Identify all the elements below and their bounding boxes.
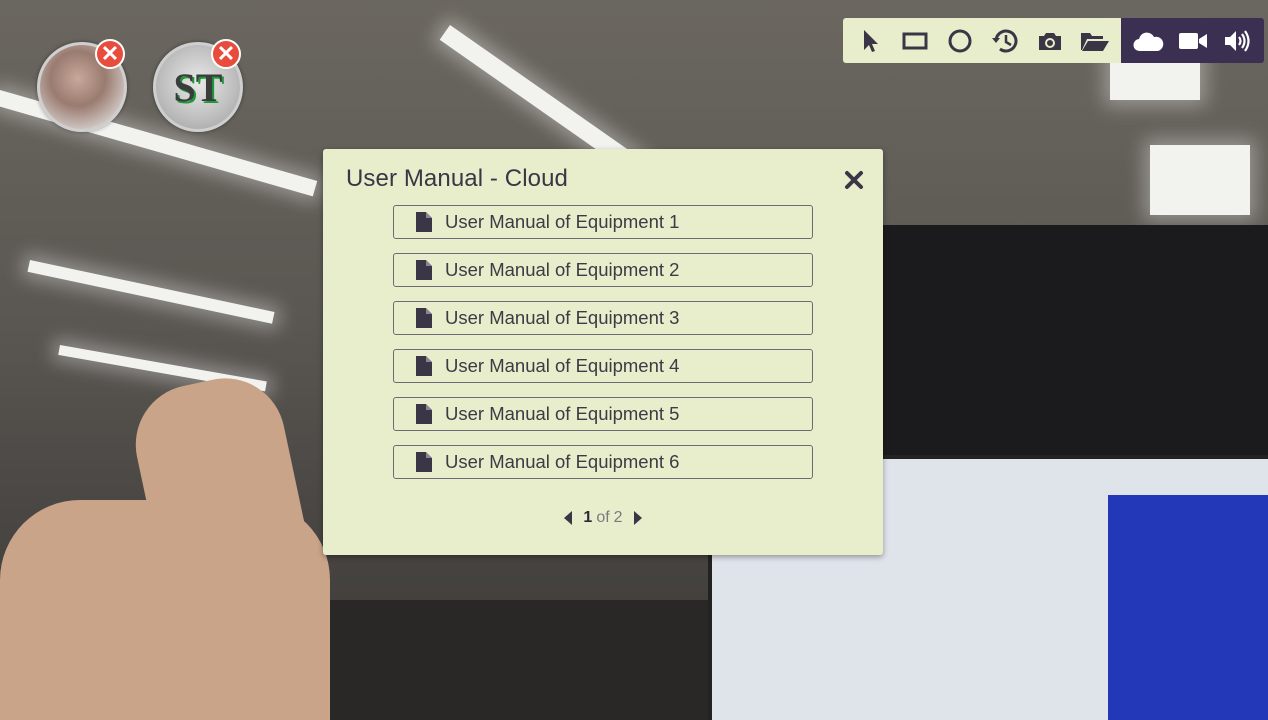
circle-tool-button[interactable] [937,18,982,63]
participant-2-initials: ST [173,64,223,110]
video-tool-button[interactable] [1170,18,1215,63]
pointer-tool-button[interactable] [847,18,892,63]
manual-list-item[interactable]: User Manual of Equipment 1 [393,205,813,239]
current-page: 1 [583,509,593,526]
circle-icon [948,29,971,52]
remove-participant-2-icon[interactable]: ✕ [211,39,241,69]
close-icon [845,171,863,189]
manual-item-label: User Manual of Equipment 5 [445,403,680,424]
manual-list: User Manual of Equipment 1 User Manual o… [393,205,813,493]
caret-left-icon [564,511,573,525]
file-icon [416,452,432,472]
rectangle-tool-button[interactable] [892,18,937,63]
toolbar-media-group [1121,18,1264,63]
manual-list-item[interactable]: User Manual of Equipment 5 [393,397,813,431]
manual-item-label: User Manual of Equipment 2 [445,259,680,280]
file-icon [416,356,432,376]
cursor-arrow-icon [863,29,878,52]
manual-list-item[interactable]: User Manual of Equipment 3 [393,301,813,335]
volume-icon [1224,29,1250,52]
close-dialog-button[interactable] [843,169,865,191]
dialog-title: User Manual - Cloud [346,165,568,192]
manual-list-item[interactable]: User Manual of Equipment 2 [393,253,813,287]
previous-page-button[interactable] [561,510,575,526]
page-of-label: of [596,509,610,526]
folder-open-icon [1080,32,1109,51]
manual-item-label: User Manual of Equipment 6 [445,451,680,472]
file-icon [416,212,432,232]
rectangle-icon [902,32,927,49]
caret-right-icon [633,511,642,525]
cloud-icon [1132,32,1163,51]
history-tool-button[interactable] [982,18,1027,63]
remove-participant-1-icon[interactable]: ✕ [95,39,125,69]
toolbar-annotation-group [843,18,1121,63]
snapshot-tool-button[interactable] [1027,18,1072,63]
manual-item-label: User Manual of Equipment 1 [445,211,680,232]
pagination: 1 of 2 [323,509,883,527]
manual-item-label: User Manual of Equipment 3 [445,307,680,328]
history-icon [991,29,1017,52]
manual-list-item[interactable]: User Manual of Equipment 4 [393,349,813,383]
total-pages: 2 [613,509,623,526]
open-folder-tool-button[interactable] [1072,18,1117,63]
file-icon [416,308,432,328]
manual-item-label: User Manual of Equipment 4 [445,355,680,376]
next-page-button[interactable] [631,510,645,526]
cloud-tool-button[interactable] [1125,18,1170,63]
file-icon [416,260,432,280]
video-camera-icon [1178,32,1207,49]
manual-list-item[interactable]: User Manual of Equipment 6 [393,445,813,479]
user-manual-dialog: User Manual - Cloud User Manual of Equip… [323,149,883,555]
volume-tool-button[interactable] [1215,18,1260,63]
file-icon [416,404,432,424]
toolbar [843,18,1264,63]
camera-icon [1038,32,1061,50]
